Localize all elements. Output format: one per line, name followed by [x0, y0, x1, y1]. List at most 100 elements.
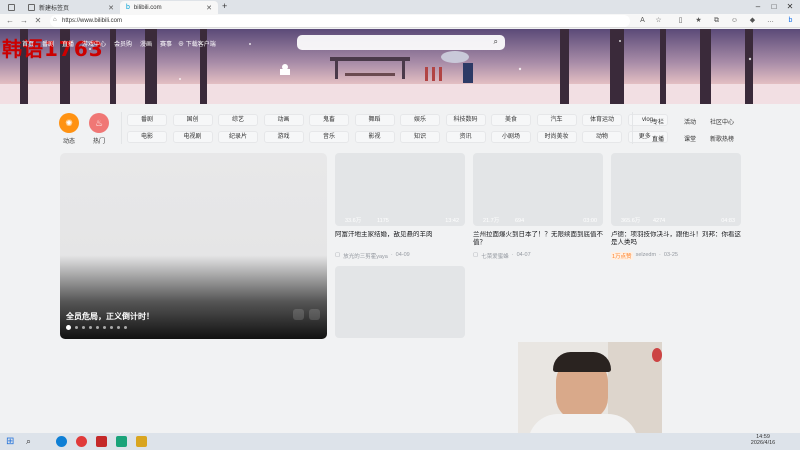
video-author[interactable]: 放光的三剪霍yaya: [343, 252, 388, 260]
channel-chip[interactable]: 资讯: [445, 131, 486, 143]
carousel-prev-icon[interactable]: [293, 309, 304, 320]
nav-vip-shop[interactable]: 会员购: [114, 39, 132, 48]
windows-start-icon[interactable]: ⊞: [6, 436, 17, 447]
video-card[interactable]: 33.6万 1175 13:42 阿富汗地主家结婚，敌见悬的羊肉 ▢ 放光的三剪霍yaya…: [335, 153, 465, 263]
nav-home[interactable]: 首页: [22, 39, 34, 48]
clock[interactable]: 14:59 2026/4/16: [748, 434, 778, 446]
channel-chip[interactable]: 动画: [263, 114, 304, 126]
video-card-placeholder[interactable]: [335, 266, 465, 338]
read-aloud-icon[interactable]: A: [636, 15, 649, 27]
channel-chip[interactable]: 国创: [172, 114, 213, 126]
channel-chip[interactable]: 体育运动: [582, 114, 622, 126]
stop-icon[interactable]: ✕: [32, 15, 44, 27]
close-tab-icon[interactable]: ✕: [108, 4, 114, 12]
channel-chip[interactable]: 娱乐: [400, 114, 440, 126]
carousel-next-icon[interactable]: [309, 309, 320, 320]
nav-manga[interactable]: 漫画: [140, 39, 152, 48]
tab-label: 新建标签页: [39, 6, 70, 12]
app-icon[interactable]: [136, 436, 147, 447]
extension-icon[interactable]: ◆: [746, 15, 759, 27]
tab-label: bilibili.com: [133, 4, 162, 11]
nav-game-center[interactable]: 游戏中心: [82, 39, 106, 48]
maximize-icon[interactable]: □: [766, 1, 782, 13]
dynamic-button[interactable]: ✺ 动态: [59, 113, 84, 145]
app-icon[interactable]: [116, 436, 127, 447]
carousel-dot[interactable]: [117, 326, 120, 329]
forward-icon[interactable]: →: [18, 15, 30, 27]
tab-bilibili[interactable]: b bilibili.com ✕: [120, 1, 218, 14]
channel-chip[interactable]: 音乐: [309, 131, 349, 143]
bilibili-favicon-icon: b: [126, 4, 130, 11]
channel-chip[interactable]: 影视: [354, 131, 395, 143]
video-card[interactable]: 365.6万 4274 04:83 卢德：项羽技你决斗，跟他斗！刘邦：你看这是人类吗 1…: [611, 153, 741, 263]
video-thumbnail[interactable]: 21.7万 694 03:00: [473, 153, 603, 226]
url-field[interactable]: https://www.bilibili.com: [50, 15, 630, 27]
flame-icon: ♨: [89, 113, 109, 133]
search-icon[interactable]: ⌕: [494, 37, 498, 47]
favorite-icon[interactable]: ☆: [652, 15, 665, 27]
channel-chip[interactable]: 综艺: [218, 114, 258, 126]
split-screen-icon[interactable]: ▯: [674, 15, 687, 27]
video-thumbnail[interactable]: 33.6万 1175 13:42: [335, 153, 465, 226]
edge-icon[interactable]: [56, 436, 67, 447]
more-icon[interactable]: …: [764, 15, 777, 27]
nav-anime[interactable]: 番剧: [42, 39, 54, 48]
featured-title[interactable]: 全员危局，正义倒计时！: [66, 311, 154, 322]
like-badge: 1万点赞: [611, 252, 633, 260]
channel-chip[interactable]: 小剧场: [491, 131, 531, 143]
video-card[interactable]: 21.7万 694 03:00 兰州拉面爆火到日本了！？无限续面到底值不值？ ▢ 七菜爱蜜…: [473, 153, 603, 263]
channel-chip[interactable]: 科技数码: [445, 114, 486, 126]
video-title[interactable]: 兰州拉面爆火到日本了！？无限续面到底值不值？: [473, 231, 603, 248]
channel-chip[interactable]: 电影: [127, 131, 167, 143]
channel-chip[interactable]: 电视剧: [172, 131, 213, 143]
channel-chip[interactable]: 美食: [491, 114, 531, 126]
minimize-icon[interactable]: –: [750, 1, 766, 13]
nav-live[interactable]: 直播: [62, 39, 74, 48]
channel-link[interactable]: 社区中心: [702, 117, 742, 126]
compass-icon: ✺: [59, 113, 79, 133]
close-tab-icon[interactable]: ✕: [206, 4, 212, 12]
video-author[interactable]: selzedm: [636, 252, 656, 260]
carousel-dot[interactable]: [66, 325, 71, 330]
channel-chip[interactable]: 鬼畜: [309, 114, 349, 126]
copilot-icon[interactable]: b: [784, 15, 797, 27]
address-toolbar: ← → ✕ https://www.bilibili.com ⌂ A ☆ ▯ ★…: [0, 14, 800, 28]
channel-chip[interactable]: 时尚美妆: [536, 131, 577, 143]
back-icon[interactable]: ←: [4, 15, 16, 27]
app-icon[interactable]: [76, 436, 87, 447]
video-title[interactable]: 卢德：项羽技你决斗，跟他斗！刘邦：你看这是人类吗: [611, 231, 741, 248]
favorites-icon[interactable]: ★: [692, 15, 705, 27]
carousel-dot[interactable]: [124, 326, 127, 329]
close-window-icon[interactable]: ✕: [782, 1, 798, 13]
search-icon[interactable]: ⌕: [26, 436, 37, 447]
profile-icon[interactable]: ☺: [728, 15, 741, 27]
carousel-dot[interactable]: [103, 326, 106, 329]
video-author[interactable]: 七菜爱蜜蜂: [481, 252, 509, 260]
channel-chip[interactable]: 舞蹈: [354, 114, 395, 126]
channel-chip[interactable]: 知识: [400, 131, 440, 143]
channel-chip[interactable]: 游戏: [263, 131, 304, 143]
carousel-dot[interactable]: [82, 326, 85, 329]
tab-new-page[interactable]: 新建标签页 ✕: [22, 1, 120, 14]
carousel-dot[interactable]: [110, 326, 113, 329]
collections-icon[interactable]: ⧉: [710, 15, 723, 27]
search-input[interactable]: ⌕: [297, 35, 505, 50]
carousel-dot[interactable]: [89, 326, 92, 329]
nav-esports[interactable]: 赛事: [160, 39, 172, 48]
channel-link[interactable]: 新歌热榜: [702, 134, 742, 143]
video-thumbnail[interactable]: 365.6万 4274 04:83: [611, 153, 741, 226]
carousel-dot[interactable]: [75, 326, 78, 329]
danmaku-count: 694: [515, 218, 525, 224]
carousel-dots: [66, 325, 127, 330]
channel-chip[interactable]: 番剧: [127, 114, 167, 126]
channel-chip[interactable]: 动物: [582, 131, 622, 143]
video-title[interactable]: 阿富汗地主家结婚，敌见悬的羊肉: [335, 231, 465, 248]
new-tab-button[interactable]: +: [222, 1, 227, 11]
channel-chip[interactable]: 汽车: [536, 114, 577, 126]
channel-chip[interactable]: 纪录片: [218, 131, 258, 143]
hot-button[interactable]: ♨ 热门: [89, 113, 114, 145]
featured-carousel[interactable]: 全员危局，正义倒计时！: [60, 153, 327, 339]
download-client-button[interactable]: ⊕ 下载客户端: [178, 39, 216, 48]
app-icon[interactable]: [96, 436, 107, 447]
carousel-dot[interactable]: [96, 326, 99, 329]
